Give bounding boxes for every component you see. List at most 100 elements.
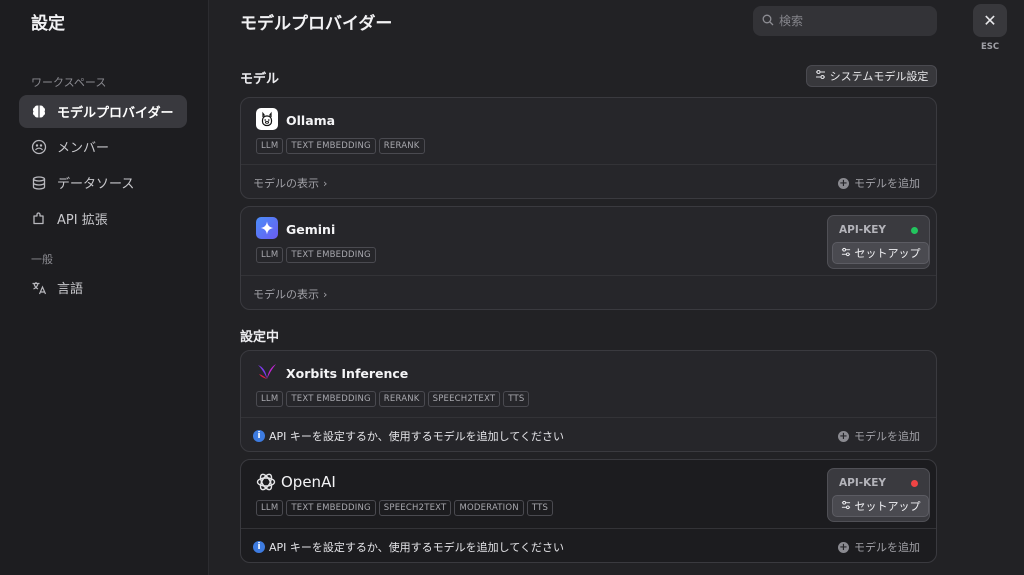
show-models-label: モデルの表示 (253, 177, 319, 190)
puzzle-icon (31, 211, 47, 227)
add-model-label: モデルを追加 (854, 177, 920, 190)
chevron-right-icon: › (323, 287, 328, 301)
sliders-icon (815, 69, 826, 83)
ollama-logo-icon (256, 108, 278, 130)
brain-icon (31, 104, 47, 120)
tag: LLM (256, 391, 284, 407)
info-icon: i (253, 541, 265, 553)
sidebar-item-model-provider[interactable]: モデルプロバイダー (19, 95, 187, 128)
api-key-label: API-KEY (839, 224, 886, 236)
sidebar-item-label: API 拡張 (57, 213, 108, 228)
provider-name: Xorbits Inference (286, 366, 409, 381)
setup-button[interactable]: セットアップ (832, 242, 929, 264)
sidebar-item-members[interactable]: メンバー (19, 130, 187, 163)
provider-tags: LLM TEXT EMBEDDING RERANK SPEECH2TEXT TT… (256, 391, 530, 407)
database-icon (31, 175, 47, 191)
openai-logo-icon (255, 471, 277, 493)
sidebar-item-language[interactable]: 言語 (19, 271, 187, 304)
provider-tags: LLM TEXT EMBEDDING SPEECH2TEXT MODERATIO… (256, 500, 554, 516)
provider-card-xorbits: Xorbits Inference LLM TEXT EMBEDDING RER… (240, 350, 937, 452)
plus-circle-icon: + (838, 541, 849, 553)
sidebar-item-data-source[interactable]: データソース (19, 166, 187, 199)
close-button[interactable]: ✕ (973, 4, 1007, 37)
sidebar-item-label: データソース (57, 177, 135, 192)
tag: RERANK (378, 138, 425, 154)
add-model-button[interactable]: + モデルを追加 (838, 539, 920, 555)
tag: TEXT EMBEDDING (286, 391, 376, 407)
show-models-link[interactable]: モデルの表示 › (253, 175, 327, 191)
tag: SPEECH2TEXT (427, 391, 501, 407)
esc-hint: ESC (981, 42, 1000, 52)
tag: LLM (256, 138, 284, 154)
tag: RERANK (378, 391, 425, 407)
plus-circle-icon: + (838, 430, 849, 442)
models-section-title: モデル (240, 72, 280, 87)
add-model-button[interactable]: + モデルを追加 (838, 175, 920, 191)
gemini-logo-icon (256, 217, 278, 239)
provider-tags: LLM TEXT EMBEDDING RERANK (256, 138, 425, 154)
info-icon: i (253, 430, 265, 442)
add-model-label: モデルを追加 (854, 541, 920, 554)
tag: TEXT EMBEDDING (286, 247, 376, 263)
setup-label: セットアップ (854, 500, 921, 513)
system-model-settings-label: システムモデル設定 (829, 70, 929, 83)
setup-hint: i API キーを設定するか、使用するモデルを追加してください (253, 539, 564, 555)
setup-hint-text: API キーを設定するか、使用するモデルを追加してください (269, 541, 565, 554)
xorbits-logo-icon (256, 361, 278, 383)
sliders-icon (841, 500, 851, 513)
sidebar: 設定 ワークスペース モデルプロバイダー メンバー データソース API 拡張 … (0, 0, 209, 575)
workspace-section-label: ワークスペース (31, 76, 107, 89)
api-key-panel: API-KEY セットアップ (827, 468, 930, 522)
status-dot-red (911, 480, 918, 487)
tag: LLM (256, 247, 284, 263)
sidebar-item-label: モデルプロバイダー (57, 106, 174, 121)
members-icon (31, 139, 47, 155)
status-dot-green (911, 227, 918, 234)
provider-name: Gemini (286, 222, 336, 237)
card-divider (241, 528, 936, 529)
general-section-label: 一般 (31, 253, 53, 266)
search-box[interactable] (753, 6, 937, 36)
chevron-right-icon: › (323, 176, 328, 190)
configuring-section-title: 設定中 (240, 330, 280, 345)
sidebar-item-label: 言語 (57, 282, 84, 297)
setup-hint-text: API キーを設定するか、使用するモデルを追加してください (269, 430, 565, 443)
search-input[interactable] (779, 14, 919, 28)
tag: TEXT EMBEDDING (286, 138, 376, 154)
card-divider (241, 275, 936, 276)
page-title: モデルプロバイダー (240, 14, 393, 34)
provider-name: OpenAI (281, 473, 336, 491)
sliders-icon (841, 247, 851, 260)
api-key-label: API-KEY (839, 477, 886, 489)
plus-circle-icon: + (838, 177, 849, 189)
card-divider (241, 164, 936, 165)
tag: TTS (526, 500, 554, 516)
provider-card-openai: OpenAI LLM TEXT EMBEDDING SPEECH2TEXT MO… (240, 459, 937, 563)
show-models-link[interactable]: モデルの表示 › (253, 286, 327, 302)
api-key-panel: API-KEY セットアップ (827, 215, 930, 269)
main-content: モデルプロバイダー モデル システムモデル設定 Ollama LLM TEXT … (210, 0, 962, 575)
card-divider (241, 417, 936, 418)
setup-button[interactable]: セットアップ (832, 495, 929, 517)
close-icon: ✕ (983, 11, 997, 30)
provider-tags: LLM TEXT EMBEDDING (256, 247, 376, 263)
show-models-label: モデルの表示 (253, 288, 319, 301)
provider-card-ollama: Ollama LLM TEXT EMBEDDING RERANK モデルの表示 … (240, 97, 937, 199)
tag: TTS (503, 391, 530, 407)
sidebar-item-label: メンバー (57, 141, 110, 156)
search-icon (762, 14, 774, 29)
add-model-label: モデルを追加 (854, 430, 920, 443)
setup-hint: i API キーを設定するか、使用するモデルを追加してください (253, 428, 564, 444)
sidebar-item-api-extension[interactable]: API 拡張 (19, 202, 187, 235)
tag: LLM (256, 500, 284, 516)
tag: SPEECH2TEXT (378, 500, 452, 516)
system-model-settings-button[interactable]: システムモデル設定 (806, 65, 937, 87)
sidebar-title: 設定 (31, 14, 65, 34)
tag: MODERATION (454, 500, 524, 516)
add-model-button[interactable]: + モデルを追加 (838, 428, 920, 444)
provider-name: Ollama (286, 113, 336, 128)
provider-card-gemini: Gemini LLM TEXT EMBEDDING API-KEY セットアップ… (240, 206, 937, 310)
tag: TEXT EMBEDDING (286, 500, 376, 516)
translate-icon (31, 280, 47, 296)
setup-label: セットアップ (854, 247, 921, 260)
